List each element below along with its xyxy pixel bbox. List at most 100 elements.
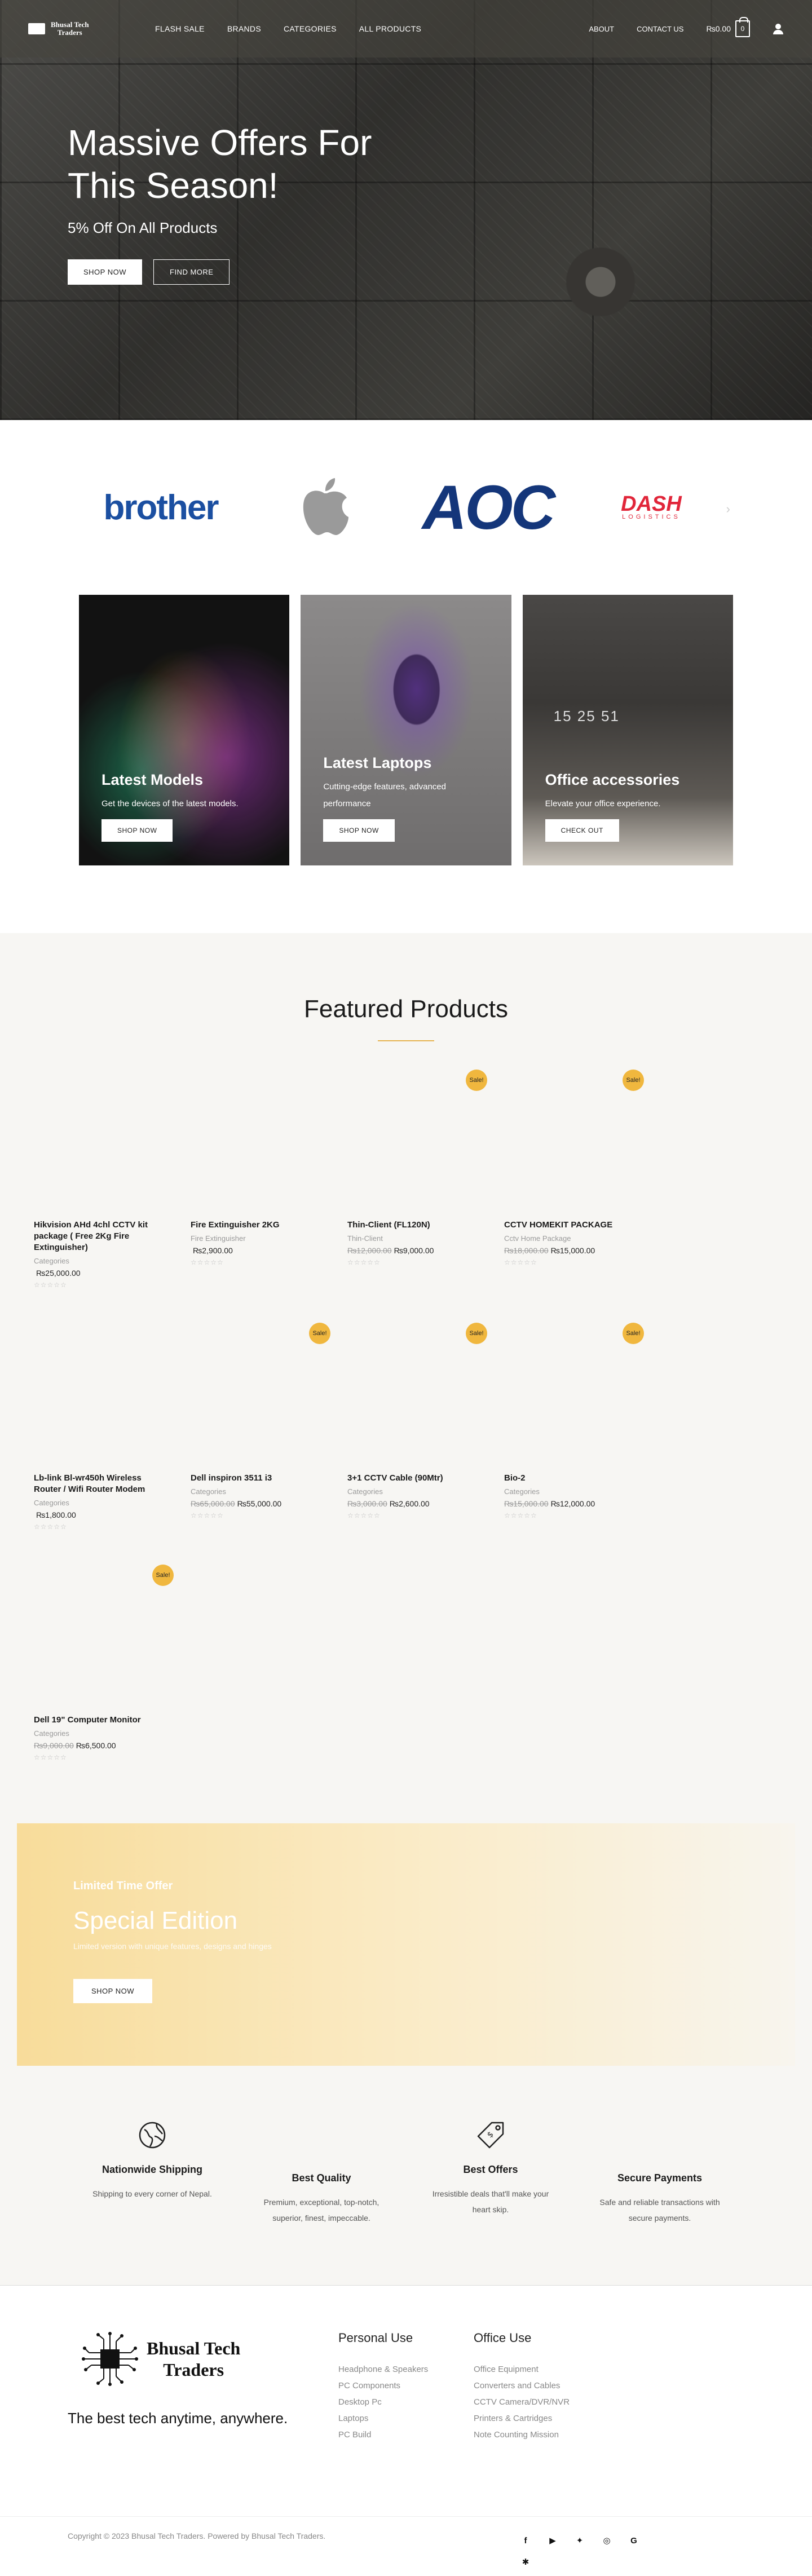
current-price: ₨6,500.00: [76, 1741, 116, 1750]
product-title[interactable]: 3+1 CCTV Cable (90Mtr): [347, 1473, 477, 1484]
clock-display: 15 25 51: [553, 708, 620, 724]
product-category[interactable]: Categories: [504, 1487, 634, 1496]
product-card[interactable]: Sale! Thin-Client (FL120N) Thin-Client ₨12,…: [347, 1070, 487, 1289]
product-price: ₨15,000.00 ₨12,000.00: [504, 1499, 634, 1508]
product-category[interactable]: Categories: [34, 1499, 164, 1507]
product-image[interactable]: [347, 1323, 477, 1464]
promo-card-title: Office accessories: [545, 771, 680, 788]
product-category[interactable]: Thin-Client: [347, 1234, 477, 1243]
product-price: ₨12,000.00 ₨9,000.00: [347, 1246, 477, 1255]
product-title[interactable]: Dell 19" Computer Monitor: [34, 1715, 164, 1726]
hero-find-more-button[interactable]: FIND MORE: [153, 259, 230, 285]
product-image[interactable]: [34, 1565, 164, 1705]
product-category[interactable]: Categories: [347, 1487, 477, 1496]
youtube-icon[interactable]: ▶: [546, 2534, 559, 2547]
product-category[interactable]: Categories: [34, 1729, 164, 1738]
product-card[interactable]: Sale! CCTV HOMEKIT PACKAGE Cctv Home Packa…: [504, 1070, 644, 1289]
brand-apple-logo[interactable]: [242, 476, 406, 538]
instagram-icon[interactable]: ◎: [600, 2534, 614, 2547]
yelp-icon[interactable]: ✱: [519, 2555, 532, 2569]
current-price: ₨1,800.00: [36, 1510, 76, 1519]
product-image[interactable]: [191, 1070, 320, 1210]
brand-dash-logo[interactable]: DASH LOGISTICS: [570, 493, 733, 520]
current-price: ₨55,000.00: [237, 1499, 282, 1508]
product-image[interactable]: [34, 1323, 164, 1464]
product-title[interactable]: Bio-2: [504, 1473, 634, 1484]
footer-link[interactable]: Laptops: [338, 2410, 428, 2427]
product-card[interactable]: Fire Extinguisher 2KG Fire Extinguisher ₨2…: [191, 1070, 320, 1289]
product-price: ₨25,000.00: [34, 1269, 164, 1278]
footer-link[interactable]: Office Equipment: [474, 2361, 570, 2378]
footer-link[interactable]: Converters and Cables: [474, 2378, 570, 2394]
footer-link[interactable]: Headphone & Speakers: [338, 2361, 428, 2378]
product-title[interactable]: Fire Extinguisher 2KG: [191, 1219, 320, 1231]
product-category[interactable]: Cctv Home Package: [504, 1234, 634, 1243]
sale-badge: Sale!: [466, 1323, 487, 1344]
nav-categories[interactable]: CATEGORIES: [284, 24, 337, 33]
google-icon[interactable]: G: [627, 2534, 641, 2547]
promo-shop-now-button[interactable]: SHOP NOW: [323, 819, 395, 842]
footer-link[interactable]: Printers & Cartridges: [474, 2410, 570, 2427]
carousel-next-icon[interactable]: ›: [726, 502, 730, 516]
product-image[interactable]: [191, 1323, 320, 1464]
rating-stars-icon: ☆☆☆☆☆: [347, 1258, 381, 1266]
facebook-icon[interactable]: f: [519, 2534, 532, 2547]
product-title[interactable]: Dell inspiron 3511 i3: [191, 1473, 320, 1484]
cart-total: ₨0.00: [706, 24, 731, 33]
site-logo[interactable]: Bhusal Tech Traders: [28, 21, 124, 37]
product-title[interactable]: Lb-link Bl-wr450h Wireless Router / Wifi…: [34, 1473, 164, 1495]
product-category[interactable]: Categories: [34, 1257, 164, 1265]
product-price: ₨65,000.00 ₨55,000.00: [191, 1499, 320, 1508]
twitter-icon[interactable]: ✦: [573, 2534, 586, 2547]
product-title[interactable]: CCTV HOMEKIT PACKAGE: [504, 1219, 634, 1231]
nav-contact[interactable]: CONTACT US: [637, 25, 683, 33]
rating-stars-icon: ☆☆☆☆☆: [34, 1281, 67, 1289]
cart-button[interactable]: ₨0.00 0: [706, 17, 750, 37]
rating-stars-icon: ☆☆☆☆☆: [34, 1753, 67, 1761]
footer-col-office: Office Use Office Equipment Converters a…: [474, 2331, 570, 2443]
footer-link[interactable]: CCTV Camera/DVR/NVR: [474, 2394, 570, 2410]
footer-link[interactable]: Note Counting Mission: [474, 2427, 570, 2443]
special-shop-now-button[interactable]: SHOP NOW: [73, 1979, 152, 2003]
user-account-icon[interactable]: [773, 23, 784, 34]
sale-badge: Sale!: [309, 1323, 330, 1344]
current-price: ₨2,600.00: [389, 1499, 430, 1508]
rating-stars-icon: ☆☆☆☆☆: [504, 1258, 537, 1266]
product-card[interactable]: Sale! Dell 19" Computer Monitor Categories…: [34, 1565, 174, 1761]
product-card[interactable]: Sale! Dell inspiron 3511 i3 Categories ₨65,…: [191, 1323, 330, 1531]
product-title[interactable]: Hikvision AHd 4chl CCTV kit package ( Fr…: [34, 1219, 164, 1253]
hero-shop-now-button[interactable]: SHOP NOW: [68, 259, 142, 285]
product-category[interactable]: Fire Extinguisher: [191, 1234, 320, 1243]
promo-check-out-button[interactable]: CHECK OUT: [545, 819, 619, 842]
footer-logo-line1: Bhusal Tech: [147, 2338, 241, 2358]
hero-subtitle: 5% Off On All Products: [68, 219, 218, 236]
nav-about[interactable]: ABOUT: [589, 25, 614, 33]
nav-flash-sale[interactable]: FLASH SALE: [155, 24, 205, 33]
footer-link[interactable]: PC Build: [338, 2427, 428, 2443]
product-image[interactable]: [347, 1070, 477, 1210]
promo-shop-now-button[interactable]: SHOP NOW: [102, 819, 173, 842]
brand-brother-logo[interactable]: brother: [79, 488, 242, 528]
product-grid: Hikvision AHd 4chl CCTV kit package ( Fr…: [0, 1070, 812, 1761]
product-card[interactable]: Sale! Bio-2 Categories ₨15,000.00 ₨12,000.00…: [504, 1323, 644, 1531]
footer-link[interactable]: Desktop Pc: [338, 2394, 428, 2410]
rating-stars-icon: ☆☆☆☆☆: [347, 1512, 381, 1519]
feature-payments: Secure Payments Safe and reliable transa…: [599, 2172, 720, 2222]
product-card[interactable]: Hikvision AHd 4chl CCTV kit package ( Fr…: [34, 1070, 164, 1289]
copyright-text: Copyright © 2023 Bhusal Tech Traders. Po…: [68, 2531, 326, 2540]
nav-brands[interactable]: BRANDS: [227, 24, 261, 33]
product-category[interactable]: Categories: [191, 1487, 320, 1496]
product-card[interactable]: Lb-link Bl-wr450h Wireless Router / Wifi…: [34, 1323, 164, 1531]
special-desc: Limited version with unique features, de…: [73, 1942, 272, 1951]
product-card[interactable]: Sale! 3+1 CCTV Cable (90Mtr) Categories ₨3,…: [347, 1323, 487, 1531]
product-image[interactable]: [504, 1323, 634, 1464]
footer-link[interactable]: PC Components: [338, 2378, 428, 2394]
brand-aoc-logo[interactable]: AOC: [406, 472, 570, 544]
product-price: ₨3,000.00 ₨2,600.00: [347, 1499, 477, 1508]
product-title[interactable]: Thin-Client (FL120N): [347, 1219, 477, 1231]
nav-all-products[interactable]: ALL PRODUCTS: [359, 24, 421, 33]
circuit-chip-icon: [82, 2332, 138, 2386]
product-image[interactable]: [504, 1070, 634, 1210]
hero-section: Bhusal Tech Traders FLASH SALE BRANDS CA…: [0, 0, 812, 420]
product-image[interactable]: [34, 1070, 164, 1210]
